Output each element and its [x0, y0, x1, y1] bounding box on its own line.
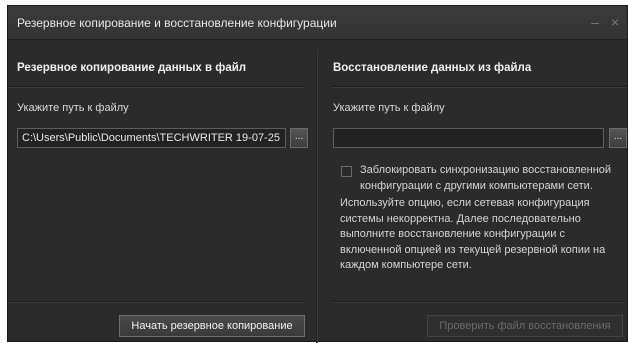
restore-footer-divider [332, 301, 627, 302]
backup-footer-divider [8, 301, 305, 302]
restore-browse-button[interactable]: ... [609, 128, 627, 148]
minimize-icon[interactable]: – [587, 14, 603, 30]
backup-header-divider [8, 86, 305, 87]
restore-header: Восстановление данных из файла [333, 62, 532, 74]
restore-path-label: Укажите путь к файлу [333, 102, 445, 114]
window-title: Резервное копирование и восстановление к… [17, 16, 337, 30]
backup-restore-dialog: Резервное копирование и восстановление к… [7, 5, 628, 343]
close-icon[interactable]: × [607, 14, 623, 30]
backup-path-input[interactable]: C:\Users\Public\Documents\TECHWRITER 19-… [17, 128, 286, 148]
restore-panel: Восстановление данных из файла Укажите п… [320, 40, 627, 343]
restore-hint-text: Используйте опцию, если сетевая конфигур… [340, 197, 606, 271]
window-controls: – × [587, 14, 623, 30]
backup-browse-button[interactable]: ... [290, 128, 308, 148]
block-sync-label[interactable]: Заблокировать синхронизацию восстановлен… [360, 163, 622, 194]
backup-path-label: Укажите путь к файлу [17, 102, 129, 114]
backup-header: Резервное копирование данных в файл [17, 62, 247, 74]
title-bar[interactable]: Резервное копирование и восстановление к… [8, 6, 627, 40]
start-backup-button[interactable]: Начать резервное копирование [119, 315, 305, 337]
panel-divider [316, 50, 317, 343]
verify-restore-file-button[interactable]: Проверить файл восстановления [427, 315, 623, 337]
restore-header-divider [332, 86, 627, 87]
restore-path-input[interactable] [333, 128, 604, 148]
block-sync-checkbox[interactable] [341, 166, 352, 177]
backup-panel: Резервное копирование данных в файл Укаж… [8, 40, 313, 343]
